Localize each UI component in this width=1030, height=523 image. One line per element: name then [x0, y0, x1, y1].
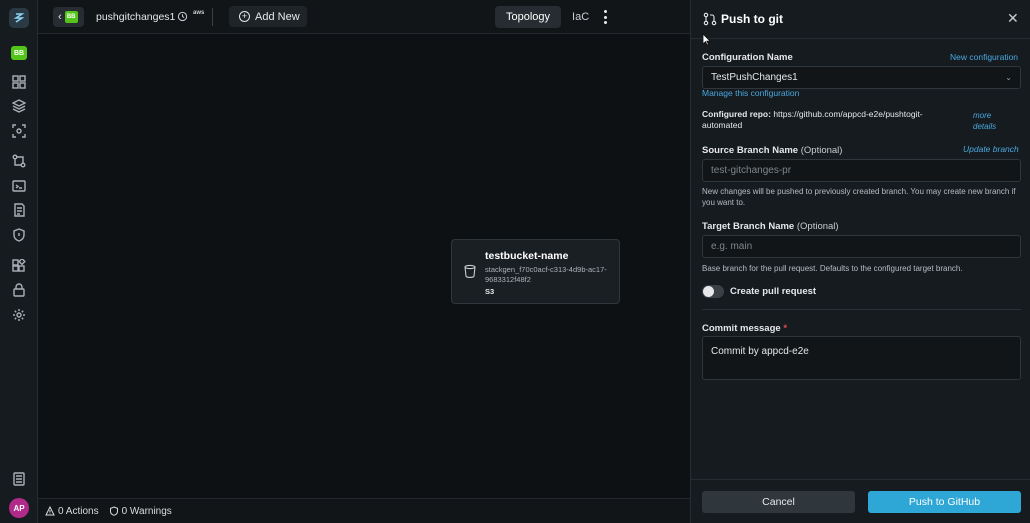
warning-triangle-icon [45, 506, 55, 516]
source-branch-placeholder: test-gitchanges-pr [711, 165, 792, 176]
scan-icon[interactable] [11, 123, 27, 139]
repo-label: Configured repo: [702, 109, 771, 119]
history-icon[interactable] [177, 11, 188, 22]
mouse-cursor-icon [702, 33, 711, 46]
more-options-icon[interactable] [603, 10, 607, 24]
new-configuration-link[interactable]: New configuration [950, 52, 1018, 62]
layers-icon[interactable] [11, 98, 27, 114]
tab-iac[interactable]: IaC [561, 6, 600, 28]
back-button[interactable]: ‹ BB [53, 7, 84, 27]
app-logo-icon[interactable] [9, 8, 29, 28]
catalog-icon[interactable] [11, 202, 27, 218]
shield-warning-icon [109, 506, 118, 516]
cancel-button[interactable]: Cancel [702, 491, 855, 513]
tab-topology[interactable]: Topology [495, 6, 562, 28]
source-branch-input[interactable]: test-gitchanges-pr [702, 159, 1021, 182]
warnings-count: 0 Warnings [121, 505, 172, 517]
user-avatar[interactable]: AP [9, 498, 29, 518]
node-id: stackgen_f70c0acf-c313-4d9b-ac17-9683312… [485, 265, 607, 284]
plus-circle-icon: + [239, 11, 250, 22]
node-title: testbucket-name [485, 250, 569, 262]
top-bar: ‹ BB pushgitchanges1 aws + Add New Topol… [38, 0, 690, 34]
git-pull-request-icon [703, 12, 717, 26]
update-branch-link[interactable]: Update branch [963, 144, 1019, 154]
target-branch-placeholder: e.g. main [711, 241, 753, 252]
source-branch-label: Source Branch Name (Optional) [702, 145, 843, 156]
target-branch-label: Target Branch Name (Optional) [702, 221, 839, 232]
divider [702, 309, 1021, 310]
warnings-status[interactable]: 0 Warnings [109, 506, 172, 517]
panel-title: Push to git [721, 12, 783, 26]
apps-icon[interactable] [11, 258, 27, 274]
lock-icon[interactable] [11, 282, 27, 298]
config-name-label: Configuration Name [702, 52, 793, 63]
push-to-github-button[interactable]: Push to GitHub [868, 491, 1021, 513]
panel-header: Push to git ✕ [691, 0, 1030, 39]
divider [212, 8, 213, 26]
actions-status[interactable]: 0 Actions [45, 506, 99, 517]
node-type: S3 [485, 287, 495, 296]
target-branch-help: Base branch for the pull request. Defaul… [702, 264, 963, 273]
manage-configuration-link[interactable]: Manage this configuration [702, 88, 799, 98]
configured-repo: Configured repo: https://github.com/appc… [702, 109, 942, 131]
chevron-down-icon: ⌄ [1005, 73, 1012, 82]
topology-canvas[interactable]: testbucket-name stackgen_f70c0acf-c313-4… [38, 34, 690, 498]
target-branch-input[interactable]: e.g. main [702, 235, 1021, 258]
add-new-button[interactable]: + Add New [229, 6, 307, 27]
configuration-value: TestPushChanges1 [711, 72, 798, 83]
terminal-icon[interactable] [11, 178, 27, 194]
more-details-link[interactable]: more details [973, 110, 1013, 132]
settings-icon[interactable] [11, 307, 27, 323]
close-icon[interactable]: ✕ [1007, 10, 1019, 27]
source-branch-help: New changes will be pushed to previously… [702, 187, 1016, 207]
status-bar: 0 Actions 0 Warnings [38, 498, 690, 523]
chevron-left-icon: ‹ [58, 11, 62, 23]
docs-icon[interactable] [11, 471, 27, 487]
commit-message-input[interactable]: Commit by appcd-e2e [702, 336, 1021, 380]
add-new-label: Add New [255, 10, 300, 23]
dashboard-icon[interactable] [11, 74, 27, 90]
create-pr-toggle[interactable] [702, 285, 724, 298]
resource-node[interactable]: testbucket-name stackgen_f70c0acf-c313-4… [451, 239, 620, 304]
aws-icon: aws [193, 10, 205, 16]
bucket-icon [464, 264, 476, 278]
git-branch-icon[interactable] [11, 153, 27, 169]
shield-icon[interactable] [11, 227, 27, 243]
left-sidebar: BB AP [0, 0, 38, 523]
create-pr-label: Create pull request [730, 286, 817, 297]
push-to-git-panel: Push to git ✕ Configuration Name New con… [690, 0, 1030, 523]
view-toggle: Topology IaC [495, 6, 600, 28]
toggle-knob [703, 286, 714, 297]
org-badge[interactable]: BB [11, 46, 27, 60]
actions-count: 0 Actions [58, 505, 99, 517]
configuration-select[interactable]: TestPushChanges1 ⌄ [702, 66, 1021, 89]
project-badge: BB [64, 11, 78, 23]
commit-message-label: Commit message * [702, 323, 788, 334]
project-name: pushgitchanges1 [96, 11, 176, 23]
